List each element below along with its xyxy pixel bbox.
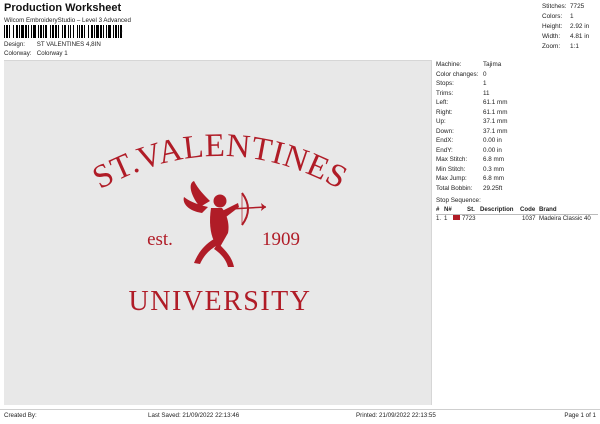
barcode-bar	[33, 25, 36, 38]
column-header: Description	[480, 206, 514, 213]
barcode-bar	[16, 25, 18, 38]
barcode-bar	[13, 25, 14, 38]
barcode-bar	[25, 25, 27, 38]
barcode-bar	[106, 25, 107, 38]
barcode-bar	[19, 25, 20, 38]
barcode-bar	[79, 25, 80, 38]
info-row: Color changes: 0	[436, 70, 487, 78]
barcode-bar	[4, 25, 5, 38]
stats-row-width: Width: 4.81 in	[542, 33, 590, 40]
info-row: Down: 37.1 mm	[436, 127, 508, 135]
colorway-value: Colorway 1	[36, 50, 68, 57]
barcode-bar	[21, 25, 24, 38]
stats-row-zoom: Zoom: 1:1	[542, 43, 579, 50]
barcode-bar	[88, 25, 89, 38]
barcode-bar	[9, 25, 10, 38]
barcode-bar	[45, 25, 47, 38]
barcode-bar	[43, 25, 44, 38]
info-row: Total Bobbin: 29.25ft	[436, 184, 503, 192]
barcode-bar	[108, 25, 111, 38]
info-row: EndX: 0.00 in	[436, 137, 502, 144]
barcode-bar	[81, 25, 83, 38]
barcode-bar	[113, 25, 114, 38]
barcode-bar	[100, 25, 102, 38]
info-row: Min Stitch: 0.3 mm	[436, 165, 504, 173]
stitch-count: 7723	[462, 215, 476, 222]
barcode-bar	[58, 25, 59, 38]
footer-printed: Printed: 21/09/2022 22:13:55	[356, 412, 436, 419]
design-university-text: UNIVERSITY	[129, 286, 312, 317]
barcode-bar	[96, 25, 99, 38]
barcode-bar	[62, 25, 63, 38]
barcode-bar	[38, 25, 39, 38]
stats-panel: Stitches: 7725 Colors: 1 Height: 2.92 in Wi…	[542, 2, 596, 52]
design-year-text: 1909	[262, 229, 300, 250]
design-est-text: est.	[147, 229, 173, 250]
embroidery-artwork: ST.VALENTINES est. 1909 UNIVERSITY	[87, 128, 353, 317]
column-header: N#	[444, 206, 452, 213]
design-preview: ST.VALENTINES est. 1909 UNIVERSITY	[4, 60, 432, 405]
thread-code: 1037	[522, 215, 536, 222]
info-row: Machine: Tajima	[436, 61, 502, 68]
info-row: EndY: 0.00 in	[436, 146, 502, 154]
info-row: Right: 61.1 mm	[436, 108, 508, 116]
stop-sequence-title: Stop Sequence:	[436, 197, 481, 204]
barcode-bar	[64, 25, 66, 38]
barcode-bar	[115, 25, 117, 38]
barcode-bar	[84, 25, 85, 38]
footer-created-by: Created By:	[4, 412, 37, 419]
barcode-bar	[94, 25, 95, 38]
footer-page: Page 1 of 1	[564, 412, 596, 419]
barcode-suffix: ,	[120, 24, 123, 35]
barcode-bar	[68, 25, 69, 38]
thread-brand: Madeira Classic 40	[539, 215, 591, 222]
needle-number: 1	[444, 215, 448, 222]
info-row: Left: 61.1 mm	[436, 99, 508, 106]
table-header: # N# St. Description Code Brand	[436, 205, 596, 214]
barcode-bar	[55, 25, 57, 38]
barcode-bar	[91, 25, 93, 38]
info-row: Max Jump: 6.8 mm	[436, 175, 504, 182]
barcode	[4, 25, 122, 38]
info-row: Stops: 1	[436, 80, 487, 87]
info-row: Up: 37.1 mm	[436, 118, 508, 125]
cupid-icon	[183, 181, 267, 267]
stats-row-height: Height: 2.92 in	[542, 23, 590, 30]
color-swatch	[453, 215, 460, 220]
barcode-bar	[70, 25, 71, 38]
info-row: Trims: 11	[436, 89, 490, 97]
design-row: Design: ST VALENTINES 4,8IN	[4, 41, 101, 48]
colorway-label: Colorway:	[4, 50, 32, 57]
barcode-bar	[50, 25, 51, 38]
stats-row-colors: Colors: 1	[542, 13, 574, 20]
barcode-bar	[77, 25, 78, 38]
software-subtitle: Wilcom EmbroideryStudio – Level 3 Advanc…	[4, 17, 131, 24]
barcode-bar	[40, 25, 42, 38]
table-row: 1. 1 7723 1037 Madeira Classic 40	[436, 214, 596, 223]
column-header: #	[436, 206, 440, 213]
design-value: ST VALENTINES 4,8IN	[36, 41, 101, 48]
divider	[436, 214, 598, 215]
design-title-arc: ST.VALENTINES	[87, 128, 353, 197]
barcode-bar	[6, 25, 8, 38]
barcode-bar	[31, 25, 32, 38]
stats-row-stitches: Stitches: 7725	[542, 3, 585, 10]
column-header: Brand	[539, 206, 557, 213]
footer-last-saved: Last Saved: 21/09/2022 22:13:46	[148, 412, 240, 419]
colorway-row: Colorway: Colorway 1	[4, 50, 68, 57]
barcode-bar	[52, 25, 54, 38]
barcode-bar	[73, 25, 74, 38]
barcode-bar	[103, 25, 104, 38]
barcode-bar	[118, 25, 119, 38]
barcode-bar	[28, 25, 29, 38]
page-title: Production Worksheet	[4, 2, 122, 14]
row-number: 1.	[436, 215, 442, 222]
design-label: Design:	[4, 41, 25, 48]
footer-divider	[0, 409, 600, 410]
info-row: Max Stitch: 6.8 mm	[436, 156, 504, 163]
machine-info-panel: Machine: Tajima Color changes: 0 Stops: 1 T…	[436, 60, 596, 193]
column-header: Code	[520, 206, 536, 213]
column-header: St.	[467, 206, 475, 213]
